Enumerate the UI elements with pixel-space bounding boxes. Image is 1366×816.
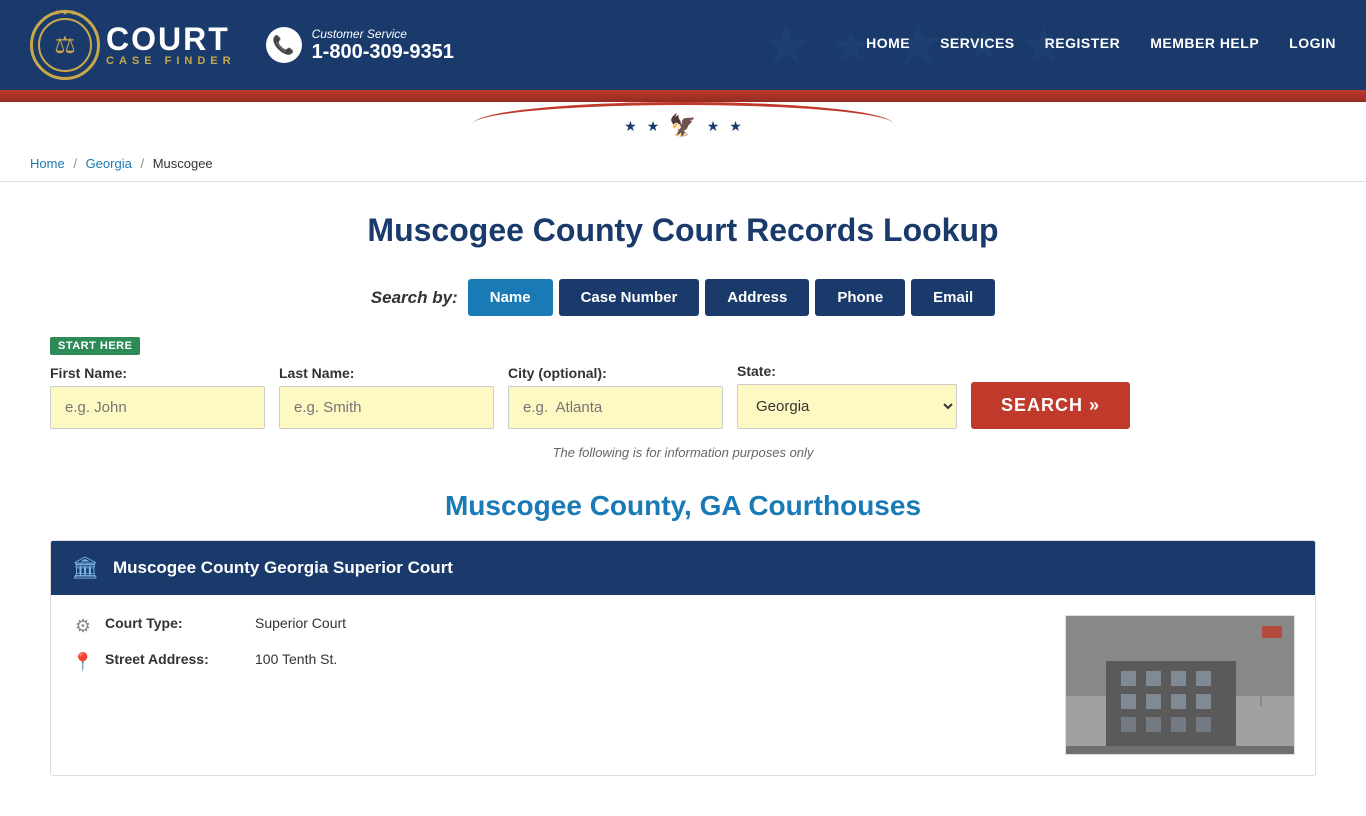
breadcrumb-sep-1: /: [73, 156, 77, 171]
breadcrumb-home[interactable]: Home: [30, 156, 65, 171]
courthouse-name-link[interactable]: Muscogee County Georgia Superior Court: [113, 558, 453, 578]
breadcrumb-sep-2: /: [140, 156, 144, 171]
first-name-input[interactable]: [50, 386, 265, 429]
nav-login[interactable]: LOGIN: [1289, 35, 1336, 55]
court-type-icon: ⚙: [71, 616, 95, 637]
courthouse-details: ⚙ Court Type: Superior Court 📍 Street Ad…: [71, 615, 1065, 755]
logo[interactable]: ★ ★ ★ ⚖ COURT CASE FINDER: [30, 10, 236, 80]
court-type-label: Court Type:: [105, 615, 245, 631]
search-button[interactable]: SEARCH »: [971, 382, 1130, 429]
search-by-label: Search by:: [371, 288, 458, 308]
city-input[interactable]: [508, 386, 723, 429]
last-name-label: Last Name:: [279, 365, 494, 381]
logo-circle: ★ ★ ★ ⚖: [30, 10, 100, 80]
courthouse-header: 🏛 Muscogee County Georgia Superior Court: [51, 541, 1315, 595]
courthouses-title: Muscogee County, GA Courthouses: [50, 490, 1316, 522]
search-form: START HERE First Name: Last Name: City (…: [50, 336, 1316, 429]
court-type-value: Superior Court: [255, 615, 346, 631]
phone-icon: 📞: [266, 27, 302, 63]
breadcrumb-georgia[interactable]: Georgia: [86, 156, 132, 171]
courthouse-body: ⚙ Court Type: Superior Court 📍 Street Ad…: [51, 595, 1315, 775]
last-name-input[interactable]: [279, 386, 494, 429]
eagle-symbol: 🦅: [669, 113, 696, 139]
courthouse-card: 🏛 Muscogee County Georgia Superior Court…: [50, 540, 1316, 776]
courthouse-icon: 🏛: [71, 555, 99, 581]
state-select[interactable]: Georgia Alabama Alaska Arizona Arkansas …: [737, 384, 957, 429]
courthouse-image: [1065, 615, 1295, 755]
tab-email[interactable]: Email: [911, 279, 995, 316]
tab-name[interactable]: Name: [468, 279, 553, 316]
address-row: 📍 Street Address: 100 Tenth St.: [71, 651, 1065, 673]
breadcrumb: Home / Georgia / Muscogee: [0, 146, 1366, 182]
breadcrumb-current: Muscogee: [153, 156, 213, 171]
customer-service: 📞 Customer Service 1-800-309-9351: [266, 27, 454, 64]
logo-case-finder-text: CASE FINDER: [106, 55, 236, 67]
first-name-group: First Name:: [50, 365, 265, 429]
eagle-banner: ★ ★ 🦅 ★ ★: [0, 102, 1366, 146]
red-banner: [0, 90, 1366, 102]
site-header: ★ ★ ★ ★ ★ ★ ★ ★ ⚖ COURT CASE FINDER: [0, 0, 1366, 90]
address-label: Street Address:: [105, 651, 245, 667]
tab-address[interactable]: Address: [705, 279, 809, 316]
city-label: City (optional):: [508, 365, 723, 381]
tab-phone[interactable]: Phone: [815, 279, 905, 316]
eagle-star-2: ★: [647, 118, 660, 135]
start-here-badge: START HERE: [50, 337, 140, 355]
customer-service-label: Customer Service: [312, 27, 454, 41]
customer-service-text: Customer Service 1-800-309-9351: [312, 27, 454, 64]
eagle-star-4: ★: [729, 118, 742, 135]
eagle-content: ★ ★ 🦅 ★ ★: [624, 113, 742, 139]
search-fields-row: First Name: Last Name: City (optional): …: [50, 363, 1316, 429]
page-title: Muscogee County Court Records Lookup: [50, 212, 1316, 249]
court-type-row: ⚙ Court Type: Superior Court: [71, 615, 1065, 637]
logo-court-text: COURT: [106, 23, 236, 55]
nav-member-help[interactable]: MEMBER HELP: [1150, 35, 1259, 55]
address-value: 100 Tenth St.: [255, 651, 337, 667]
state-group: State: Georgia Alabama Alaska Arizona Ar…: [737, 363, 957, 429]
header-bg-stars: ★ ★ ★ ★ ★: [762, 0, 1066, 90]
search-by-row: Search by: Name Case Number Address Phon…: [50, 279, 1316, 316]
logo-emblem: ★ ★ ★ ⚖: [38, 18, 92, 72]
logo-text: COURT CASE FINDER: [106, 23, 236, 67]
customer-service-phone: 1-800-309-9351: [312, 41, 454, 64]
address-icon: 📍: [71, 652, 95, 673]
info-note: The following is for information purpose…: [50, 445, 1316, 460]
tab-case-number[interactable]: Case Number: [559, 279, 700, 316]
main-content: Muscogee County Court Records Lookup Sea…: [0, 182, 1366, 816]
eagle-star-3: ★: [707, 118, 720, 135]
state-label: State:: [737, 363, 957, 379]
eagle-star-1: ★: [624, 118, 637, 135]
first-name-label: First Name:: [50, 365, 265, 381]
last-name-group: Last Name:: [279, 365, 494, 429]
city-group: City (optional):: [508, 365, 723, 429]
